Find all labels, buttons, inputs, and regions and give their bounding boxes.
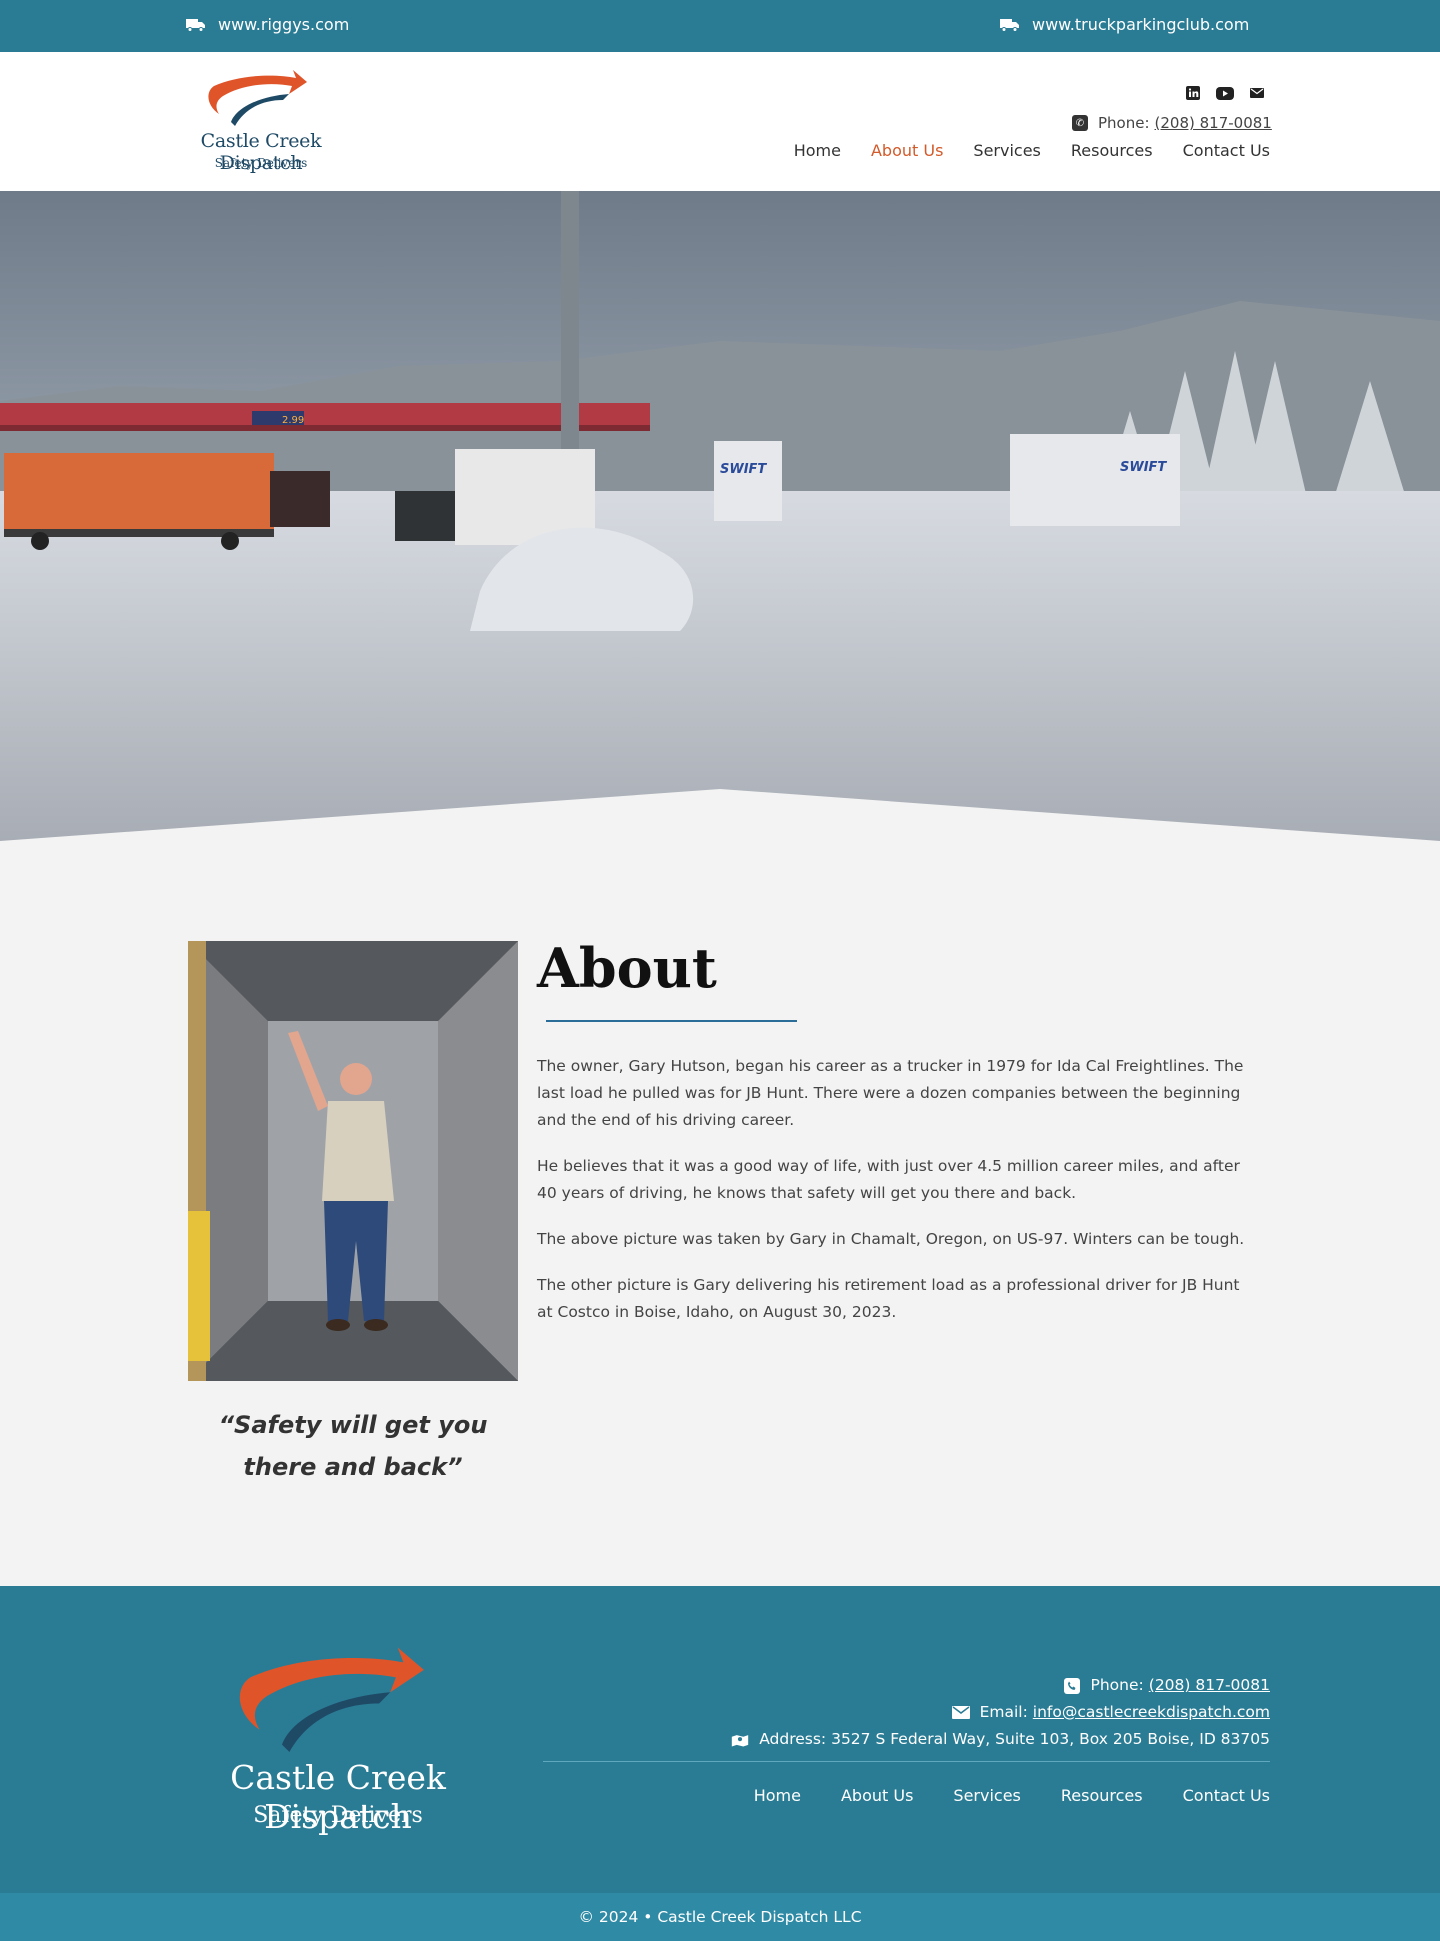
footer-email-link[interactable]: info@castlecreekdispatch.com bbox=[1033, 1699, 1270, 1726]
hero-image-truck-stop-snow: 2.99 SWIFT SWIFT bbox=[0, 191, 1440, 841]
about-paragraph: The above picture was taken by Gary in C… bbox=[537, 1230, 1245, 1248]
top-bar: www.riggys.com www.truckparkingclub.com bbox=[0, 0, 1440, 52]
about-paragraph: He believes that it was a good way of li… bbox=[537, 1157, 1240, 1202]
nav-about-us[interactable]: About Us bbox=[871, 141, 943, 160]
copyright-bar: © 2024 • Castle Creek Dispatch LLC bbox=[0, 1893, 1440, 1941]
owner-quote: “Safety will get you there and back” bbox=[218, 1411, 488, 1481]
heading-divider bbox=[546, 1020, 797, 1022]
logo-tagline: Safety Delivers bbox=[214, 156, 308, 170]
swift-logo-left: SWIFT bbox=[720, 462, 767, 477]
main-nav: Home About Us Services Resources Contact… bbox=[794, 141, 1270, 160]
swift-logo-right: SWIFT bbox=[1120, 460, 1167, 475]
phone-icon: ✆ bbox=[1072, 115, 1088, 131]
riggys-link-text: www.riggys.com bbox=[218, 15, 350, 34]
truckparkingclub-link-text: www.truckparkingclub.com bbox=[1032, 15, 1250, 34]
footer-nav-resources[interactable]: Resources bbox=[1061, 1786, 1143, 1805]
nav-home[interactable]: Home bbox=[794, 141, 841, 160]
site-footer: Castle Creek Dispatch Safety Delivers Ph… bbox=[0, 1586, 1440, 1893]
footer-nav-services[interactable]: Services bbox=[953, 1786, 1020, 1805]
about-paragraph: The owner, Gary Hutson, began his career… bbox=[537, 1057, 1244, 1129]
truck-icon bbox=[1000, 18, 1019, 32]
header-phone: ✆ Phone: (208) 817-0081 bbox=[1072, 114, 1272, 132]
youtube-icon[interactable] bbox=[1216, 84, 1234, 102]
linkedin-icon[interactable] bbox=[1184, 84, 1202, 102]
header-phone-label: Phone: bbox=[1098, 114, 1150, 132]
footer-email-row: Email: info@castlecreekdispatch.com bbox=[731, 1699, 1270, 1726]
footer-address: Address: 3527 S Federal Way, Suite 103, … bbox=[759, 1730, 1270, 1748]
header-phone-number[interactable]: (208) 817-0081 bbox=[1155, 114, 1272, 132]
footer-contact: Phone: (208) 817-0081 Email: info@castle… bbox=[731, 1672, 1270, 1753]
truck-icon bbox=[186, 18, 205, 32]
map-pin-icon bbox=[731, 1732, 749, 1748]
about-paragraph: The other picture is Gary delivering his… bbox=[537, 1276, 1240, 1321]
site-header: Castle Creek Dispatch Safety Delivers ✆ … bbox=[0, 52, 1440, 191]
nav-resources[interactable]: Resources bbox=[1071, 141, 1153, 160]
truckparkingclub-link[interactable]: www.truckparkingclub.com bbox=[1000, 15, 1249, 34]
footer-nav: Home About Us Services Resources Contact… bbox=[754, 1786, 1270, 1805]
footer-logo-tagline: Safety Delivers bbox=[253, 1803, 423, 1828]
email-icon[interactable] bbox=[1248, 84, 1266, 102]
logo-arrow-icon bbox=[208, 70, 307, 126]
footer-nav-about-us[interactable]: About Us bbox=[841, 1786, 913, 1805]
site-logo[interactable]: Castle Creek Dispatch Safety Delivers bbox=[171, 70, 351, 180]
phone-icon bbox=[1063, 1677, 1081, 1694]
footer-phone-number[interactable]: (208) 817-0081 bbox=[1149, 1672, 1270, 1699]
about-heading: About bbox=[537, 936, 717, 1000]
footer-address-row: Address: 3527 S Federal Way, Suite 103, … bbox=[731, 1726, 1270, 1753]
footer-divider bbox=[543, 1761, 1270, 1762]
nav-services[interactable]: Services bbox=[973, 141, 1040, 160]
about-body: The owner, Gary Hutson, began his career… bbox=[537, 1053, 1257, 1345]
nav-contact-us[interactable]: Contact Us bbox=[1183, 141, 1270, 160]
logo-arrow-icon bbox=[239, 1647, 424, 1753]
footer-nav-home[interactable]: Home bbox=[754, 1786, 801, 1805]
footer-phone-label: Phone: bbox=[1090, 1676, 1144, 1694]
owner-photo bbox=[188, 941, 518, 1381]
price-sign: 2.99 bbox=[282, 415, 304, 426]
footer-logo[interactable]: Castle Creek Dispatch Safety Delivers bbox=[170, 1646, 506, 1836]
footer-nav-contact-us[interactable]: Contact Us bbox=[1183, 1786, 1270, 1805]
riggys-link[interactable]: www.riggys.com bbox=[186, 15, 349, 34]
footer-phone-row: Phone: (208) 817-0081 bbox=[731, 1672, 1270, 1699]
footer-email-label: Email: bbox=[979, 1703, 1028, 1721]
social-links bbox=[1184, 84, 1266, 102]
envelope-icon bbox=[951, 1705, 970, 1721]
